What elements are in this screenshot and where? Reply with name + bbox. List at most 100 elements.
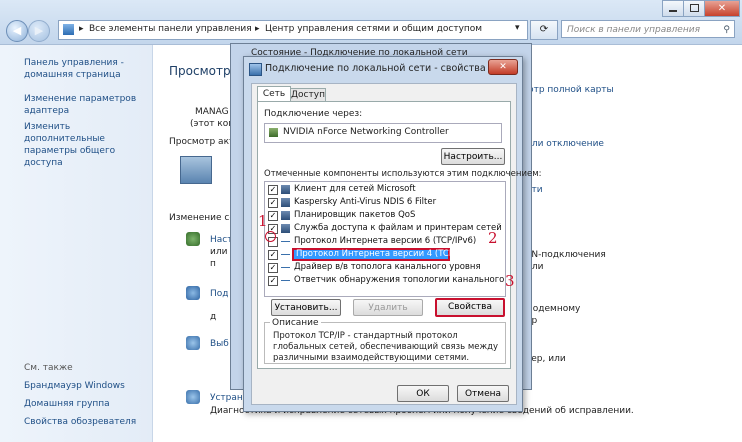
see-also-firewall[interactable]: Брандмауэр Windows: [24, 380, 125, 392]
bg-text-d: д: [210, 312, 217, 322]
annotation-circle: [265, 231, 276, 242]
active-networks-label: Просмотр акт: [169, 137, 235, 147]
list-item[interactable]: Протокол Интернета версии 6 (TCP/IPv6): [265, 236, 505, 248]
component-checkbox[interactable]: ✓: [268, 263, 278, 273]
new-connection-icon: [186, 232, 200, 246]
component-label: Планировщик пакетов QoS: [294, 210, 416, 220]
troubleshoot-icon: [186, 390, 200, 404]
network-icon: [180, 156, 212, 184]
list-item[interactable]: ✓ Клиент для сетей Microsoft: [265, 184, 505, 196]
adapter-field: NVIDIA nForce Networking Controller: [264, 123, 502, 143]
list-item-selected[interactable]: ✓ Протокол Интернета версии 4 (TCP/IPv4): [265, 248, 505, 261]
component-checkbox[interactable]: ✓: [268, 250, 278, 260]
search-icon: ⚲: [723, 25, 730, 35]
component-label: Kaspersky Anti-Virus NDIS 6 Filter: [294, 197, 437, 207]
list-item[interactable]: ✓ Ответчик обнаружения топологии канальн…: [265, 275, 505, 287]
list-item[interactable]: ✓ Драйвер в/в тополога канального уровня: [265, 262, 505, 274]
address-bar[interactable]: ▸ Все элементы панели управления ▸ Центр…: [58, 20, 528, 40]
description-title: Описание: [270, 318, 321, 328]
bg-link-connect[interactable]: Под: [210, 288, 229, 300]
refresh-button[interactable]: ⟳: [530, 20, 558, 40]
component-label: Протокол Интернета версии 4 (TCP/IPv4): [296, 249, 479, 259]
list-item[interactable]: ✓ Планировщик пакетов QoS: [265, 210, 505, 222]
component-label: Клиент для сетей Microsoft: [294, 184, 416, 194]
address-toolbar: ✕ ◀ ▶ ▸ Все элементы панели управления ▸…: [0, 0, 742, 45]
install-button[interactable]: Установить...: [271, 299, 341, 316]
bg-text-p: п: [210, 259, 216, 269]
bg-text-ili: или: [210, 247, 228, 257]
remove-button[interactable]: Удалить: [353, 299, 423, 316]
client-icon: [281, 185, 290, 194]
component-checkbox[interactable]: ✓: [268, 276, 278, 286]
protocol-icon: [281, 267, 290, 268]
back-arrow-icon: ◀: [12, 24, 22, 37]
annotation-2: 2: [488, 229, 498, 247]
sidebar: Панель управления - домашняя страница Из…: [0, 45, 153, 442]
maximize-button[interactable]: [683, 0, 705, 17]
cancel-button[interactable]: Отмена: [457, 385, 509, 402]
dialog-body: Сеть Доступ Подключение через: NVIDIA nF…: [251, 83, 542, 405]
breadcrumb-chevron-icon: ▸: [79, 24, 84, 34]
adapter-name: NVIDIA nForce Networking Controller: [283, 127, 449, 137]
tab-sharing[interactable]: Доступ: [290, 88, 326, 102]
close-button[interactable]: ✕: [704, 0, 740, 17]
connect-via-label: Подключение через:: [264, 109, 363, 119]
sidebar-item-sharing[interactable]: Изменить дополнительные параметры общего…: [24, 121, 149, 169]
list-item[interactable]: ✓ Kaspersky Anti-Virus NDIS 6 Filter: [265, 197, 505, 209]
search-input[interactable]: Поиск в панели управления ⚲: [561, 20, 735, 38]
see-also-internet-options[interactable]: Свойства обозревателя: [24, 416, 136, 428]
bg-link-disable[interactable]: или отключение: [526, 138, 604, 150]
sidebar-item-home[interactable]: Панель управления - домашняя страница: [24, 57, 144, 81]
component-checkbox[interactable]: ✓: [268, 185, 278, 195]
dialog-title: Подключение по локальной сети - свойства: [265, 63, 486, 74]
service-icon: [281, 224, 290, 233]
back-button[interactable]: ◀: [6, 20, 28, 42]
components-label: Отмеченные компоненты используются этим …: [264, 169, 542, 179]
protocol-icon: [281, 241, 290, 242]
component-checkbox[interactable]: ✓: [268, 211, 278, 221]
ok-button[interactable]: ОК: [397, 385, 449, 402]
see-also-homegroup[interactable]: Домашняя группа: [24, 398, 110, 410]
annotation-3: 3: [505, 272, 515, 290]
component-label: Ответчик обнаружения топологии канальног…: [294, 275, 505, 285]
bg-link-full-map[interactable]: ютр полной карты: [526, 84, 614, 96]
computer-name: MANAG: [195, 107, 229, 117]
connect-network-icon: [186, 286, 200, 300]
description-group: Описание Протокол TCP/IP - стандартный п…: [264, 318, 506, 364]
bg-text-modem: модемному: [526, 304, 581, 314]
properties-button[interactable]: Свойства: [435, 298, 505, 317]
component-checkbox[interactable]: ✓: [268, 198, 278, 208]
control-panel-icon: [63, 24, 74, 35]
description-text: Протокол TCP/IP - стандартный протокол г…: [273, 331, 499, 363]
close-icon: ✕: [717, 3, 727, 14]
close-icon: ✕: [499, 62, 507, 72]
history-dropdown-icon[interactable]: ▾: [515, 23, 520, 33]
bg-link-troubleshoot[interactable]: Устран: [210, 392, 243, 404]
breadcrumb-current[interactable]: Центр управления сетями и общим доступом: [265, 24, 482, 34]
filter-icon: [281, 198, 290, 207]
sidebar-item-adapter[interactable]: Изменение параметров адаптера: [24, 93, 144, 117]
component-label: Протокол Интернета версии 6 (TCP/IPv6): [294, 236, 477, 246]
dialog-close-button[interactable]: ✕: [488, 59, 518, 75]
configure-button[interactable]: Настроить...: [441, 148, 505, 165]
breadcrumb-chevron-icon: ▸: [255, 24, 260, 34]
forward-arrow-icon: ▶: [34, 24, 44, 37]
list-item[interactable]: ✓ Служба доступа к файлам и принтерам се…: [265, 223, 505, 235]
properties-dialog: Подключение по локальной сети - свойства…: [243, 56, 542, 412]
service-icon: [281, 211, 290, 220]
protocol-icon: [281, 254, 290, 255]
network-adapter-icon: [249, 63, 262, 76]
components-list: ✓ Клиент для сетей Microsoft ✓ Kaspersky…: [264, 181, 506, 297]
bg-link-choose[interactable]: Выб: [210, 338, 229, 350]
nic-icon: [269, 128, 278, 137]
tab-network[interactable]: Сеть: [257, 86, 291, 102]
breadcrumb-root[interactable]: Все элементы панели управления: [89, 24, 252, 34]
tab-panel: Подключение через: NVIDIA nForce Network…: [257, 101, 542, 369]
see-also-title: См. также: [24, 363, 73, 373]
minimize-button[interactable]: [662, 0, 684, 17]
refresh-icon: ⟳: [539, 24, 549, 35]
forward-button[interactable]: ▶: [28, 20, 50, 42]
annotation-1: 1: [258, 212, 268, 230]
protocol-icon: [281, 280, 290, 281]
component-label: Служба доступа к файлам и принтерам сете…: [294, 223, 505, 233]
